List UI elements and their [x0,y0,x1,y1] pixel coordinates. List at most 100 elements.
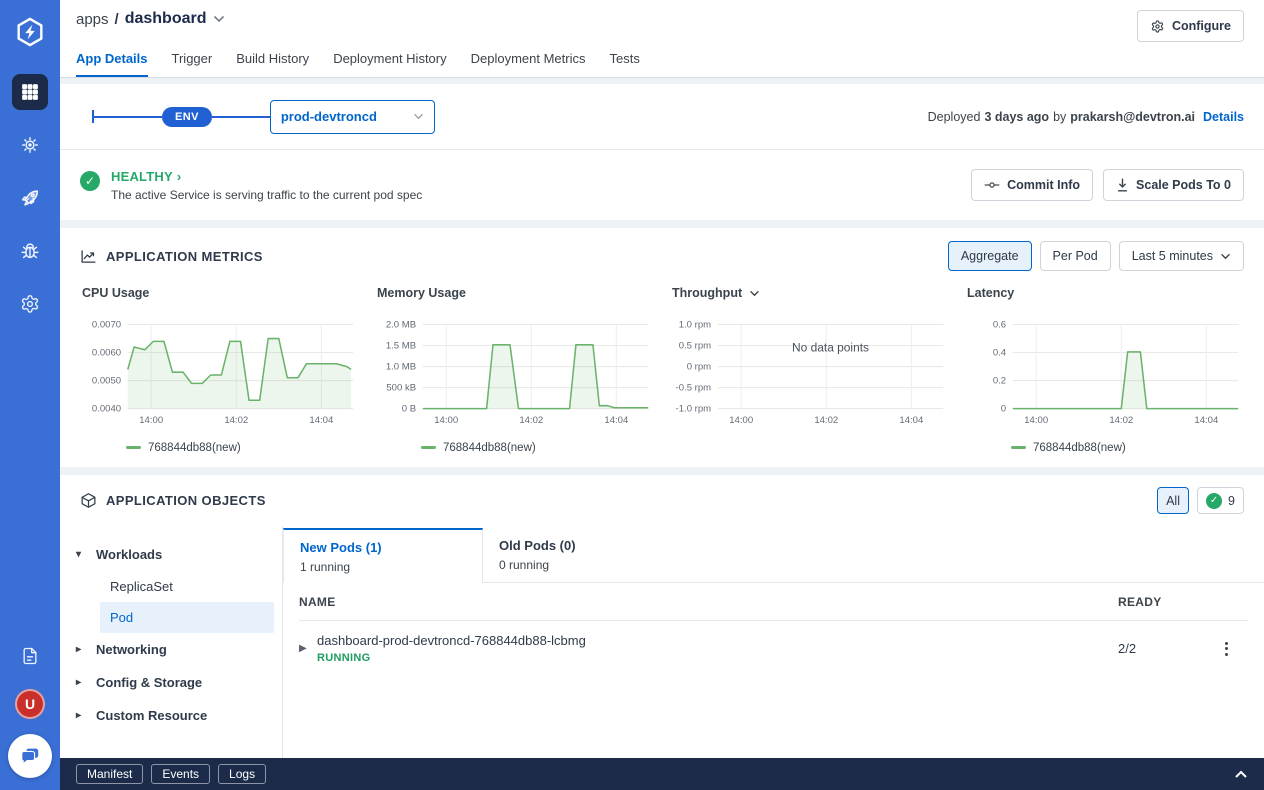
pod-status-badge: RUNNING [317,652,586,664]
svg-text:14:04: 14:04 [604,415,629,426]
grid-icon [20,82,40,102]
logs-button[interactable]: Logs [218,764,266,784]
chevron-down-icon [1220,253,1231,260]
latency-svg: 0.60.40.2014:0014:0214:04 [965,315,1244,435]
page-header: apps / dashboard Configure App Details T… [60,0,1264,78]
tab-new-pods[interactable]: New Pods (1) 1 running [283,528,483,583]
sidebar: U [0,0,60,790]
cpu-usage-svg: 0.00700.00600.00500.004014:0014:0214:04 [80,315,359,435]
svg-text:14:02: 14:02 [519,415,543,426]
pod-name[interactable]: dashboard-prod-devtroncd-768844db88-lcbm… [317,633,586,648]
chart-title: Throughput [672,286,742,300]
caret-right-icon: ▸ [76,677,86,688]
time-range-dropdown[interactable]: Last 5 minutes [1119,241,1244,271]
sidebar-item-docs[interactable] [12,638,48,674]
objects-title-label: APPLICATION OBJECTS [106,493,266,508]
svg-text:0.0060: 0.0060 [92,347,121,358]
tree-item-custom-resource[interactable]: ▸ Custom Resource [60,699,282,732]
tree-item-workloads[interactable]: ▾ Workloads [60,538,282,571]
sidebar-item-bug-report[interactable] [12,233,48,269]
tree-item-replicaset[interactable]: ReplicaSet [100,571,274,602]
chevron-up-icon[interactable] [1234,770,1248,779]
chat-icon [19,745,41,767]
latency-plot: 0.60.40.2014:0014:0214:04 [965,315,1244,435]
pod-table-header: NAME READY [299,583,1248,621]
scale-pods-button[interactable]: Scale Pods To 0 [1103,169,1244,201]
pods-panel: New Pods (1) 1 running Old Pods (0) 0 ru… [283,526,1264,758]
tree-item-pod[interactable]: Pod [100,602,274,633]
memory-usage-svg: 2.0 MB1.5 MB1.0 MB500 kB0 B14:0014:0214:… [375,315,654,435]
commit-info-button[interactable]: Commit Info [971,169,1093,201]
tab-app-details[interactable]: App Details [76,51,148,77]
document-icon [20,646,40,666]
app-health-status[interactable]: HEALTHY› [111,169,422,184]
bug-icon [19,240,41,262]
legend-label: 768844db88(new) [1033,442,1126,454]
sidebar-item-global-config[interactable] [12,286,48,322]
tab-trigger[interactable]: Trigger [172,51,213,77]
tree-item-networking[interactable]: ▸ Networking [60,633,282,666]
configure-button[interactable]: Configure [1137,10,1244,42]
throughput-plot: 1.0 rpm0.5 rpm0 rpm-0.5 rpm-1.0 rpm14:00… [670,315,949,435]
legend-label: 768844db88(new) [443,442,536,454]
configure-label: Configure [1172,19,1231,33]
chevron-down-icon[interactable] [213,15,225,23]
legend-marker [126,446,141,449]
per-pod-button[interactable]: Per Pod [1040,241,1111,271]
sidebar-bottom: U [8,638,52,790]
svg-text:14:04: 14:04 [1194,415,1219,426]
filter-all-button[interactable]: All [1157,487,1189,514]
healthy-count-button[interactable]: ✓ 9 [1197,487,1244,514]
tab-deployment-history[interactable]: Deployment History [333,51,446,77]
caret-right-icon: ▸ [76,710,86,721]
deployed-time: 3 days ago [984,110,1049,124]
scale-down-icon [1116,178,1129,192]
svg-text:2.0 MB: 2.0 MB [386,319,416,330]
svg-text:14:02: 14:02 [814,415,838,426]
aggregate-button[interactable]: Aggregate [948,241,1032,271]
tab-build-history[interactable]: Build History [236,51,309,77]
svg-text:14:04: 14:04 [309,415,334,426]
caret-right-icon[interactable]: ▶ [299,643,317,654]
svg-text:0.5 rpm: 0.5 rpm [679,340,711,351]
tab-tests[interactable]: Tests [610,51,640,77]
chart-icon [80,248,97,265]
commit-info-label: Commit Info [1007,178,1080,192]
details-link[interactable]: Details [1203,110,1244,124]
health-status-message: The active Service is serving traffic to… [111,188,422,202]
svg-text:14:00: 14:00 [729,415,753,426]
sidebar-item-resource-browser[interactable] [12,127,48,163]
deployed-by-prefix: by [1053,110,1066,124]
content-area: ENV prod-devtroncd Deployed 3 days ago b… [60,78,1264,758]
tab-label: Old Pods (0) [499,538,667,553]
cpu-usage-chart: CPU Usage 0.00700.00600.00500.004014:001… [80,285,359,455]
caret-right-icon: ▸ [76,644,86,655]
health-status-label: HEALTHY [111,169,173,184]
application-metrics-card: APPLICATION METRICS Aggregate Per Pod La… [60,228,1264,467]
sidebar-item-applications[interactable] [12,74,48,110]
events-button[interactable]: Events [151,764,210,784]
sidebar-item-deploy[interactable] [12,180,48,216]
svg-text:500 kB: 500 kB [386,382,416,393]
table-row: ▶ dashboard-prod-devtroncd-768844db88-lc… [299,621,1248,676]
chevron-down-icon[interactable] [749,290,760,297]
svg-text:0.0070: 0.0070 [92,319,121,330]
check-circle-icon: ✓ [80,171,100,191]
user-avatar[interactable]: U [15,689,45,719]
manifest-button[interactable]: Manifest [76,764,143,784]
svg-text:1.0 MB: 1.0 MB [386,361,416,372]
chat-widget-button[interactable] [8,734,52,778]
svg-text:14:02: 14:02 [1109,415,1133,426]
svg-text:14:00: 14:00 [1024,415,1048,426]
devtron-logo[interactable] [12,14,48,50]
tree-item-config-storage[interactable]: ▸ Config & Storage [60,666,282,699]
tab-deployment-metrics[interactable]: Deployment Metrics [471,51,586,77]
svg-text:14:00: 14:00 [139,415,163,426]
breadcrumb-apps[interactable]: apps [76,11,109,28]
tab-old-pods[interactable]: Old Pods (0) 0 running [483,528,683,582]
latency-chart: Latency 0.60.40.2014:0014:0214:04 768844… [965,285,1244,455]
breadcrumb-app-name[interactable]: dashboard [125,10,207,28]
kebab-menu-icon[interactable] [1221,638,1232,660]
column-ready: READY [1118,595,1204,609]
environment-dropdown[interactable]: prod-devtroncd [270,100,435,134]
